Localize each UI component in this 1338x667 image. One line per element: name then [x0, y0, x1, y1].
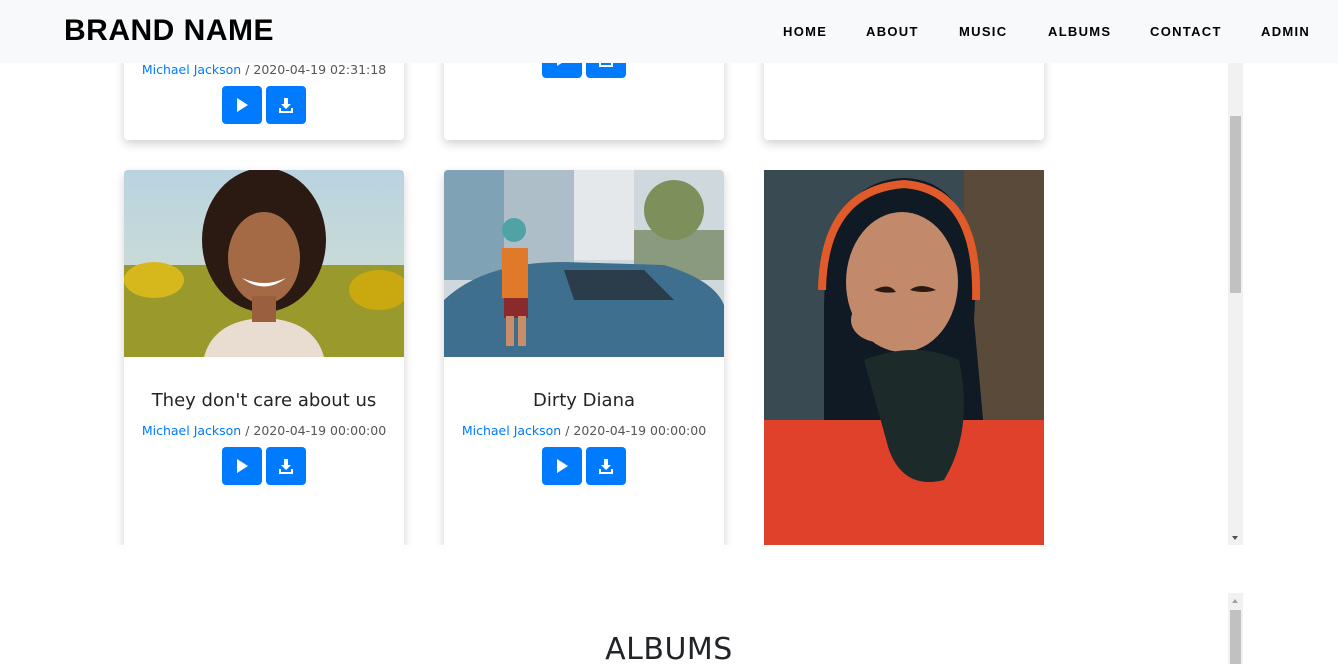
- download-icon: [279, 98, 293, 113]
- download-button[interactable]: [266, 447, 306, 485]
- play-icon: [237, 459, 248, 473]
- scroll-up-arrow-icon[interactable]: [1232, 599, 1238, 603]
- play-button[interactable]: [222, 86, 262, 124]
- song-meta: Michael Jackson / 2020-04-19 00:00:00: [124, 423, 404, 438]
- scroll-down-arrow-icon[interactable]: [1232, 536, 1238, 540]
- song-title: Dirty Diana: [532, 390, 636, 411]
- download-icon: [599, 459, 613, 474]
- download-button[interactable]: [266, 86, 306, 124]
- brand-logo[interactable]: BRAND NAME: [64, 14, 274, 48]
- song-cover-image: [124, 170, 404, 357]
- nav-music[interactable]: MUSIC: [959, 24, 1007, 39]
- song-title: They don't care about us: [151, 390, 377, 411]
- song-meta: Michael Jackson / 2020-04-19 02:31:18: [124, 62, 404, 77]
- download-button[interactable]: [586, 447, 626, 485]
- play-icon: [557, 459, 568, 473]
- song-meta: Michael Jackson / 2020-04-19 00:00:00: [444, 423, 724, 438]
- songs-frame: Michael Jackson / 2020-04-19 02:31:18 Th…: [104, 0, 1244, 545]
- song-cover-image: [764, 170, 1044, 545]
- song-cover-image: [444, 170, 724, 357]
- albums-scrollbar[interactable]: [1228, 593, 1243, 664]
- song-card: Dirty Diana Michael Jackson / 2020-04-19…: [444, 170, 724, 545]
- song-date: / 2020-04-19 00:00:00: [561, 423, 707, 438]
- song-actions: [542, 447, 628, 485]
- song-actions: [222, 447, 308, 485]
- play-button[interactable]: [222, 447, 262, 485]
- nav-about[interactable]: ABOUT: [866, 24, 919, 39]
- song-card: [764, 170, 1044, 545]
- artist-link[interactable]: Michael Jackson: [142, 62, 241, 77]
- artist-link[interactable]: Michael Jackson: [462, 423, 561, 438]
- navbar: BRAND NAME HOME ABOUT MUSIC ALBUMS CONTA…: [0, 0, 1338, 63]
- play-icon: [237, 98, 248, 112]
- scrollbar-thumb[interactable]: [1230, 116, 1241, 293]
- nav-home[interactable]: HOME: [783, 24, 827, 39]
- songs-scrollbar[interactable]: [1228, 63, 1243, 545]
- nav-admin[interactable]: ADMIN: [1261, 24, 1310, 39]
- scrollbar-thumb[interactable]: [1230, 610, 1241, 664]
- song-date: / 2020-04-19 02:31:18: [241, 62, 387, 77]
- song-actions: [222, 86, 308, 124]
- artist-link[interactable]: Michael Jackson: [142, 423, 241, 438]
- albums-heading: ALBUMS: [605, 632, 733, 667]
- song-date: / 2020-04-19 00:00:00: [241, 423, 387, 438]
- nav-albums[interactable]: ALBUMS: [1048, 24, 1111, 39]
- download-icon: [279, 459, 293, 474]
- song-card: They don't care about us Michael Jackson…: [124, 170, 404, 545]
- play-button[interactable]: [542, 447, 582, 485]
- nav-contact[interactable]: CONTACT: [1150, 24, 1222, 39]
